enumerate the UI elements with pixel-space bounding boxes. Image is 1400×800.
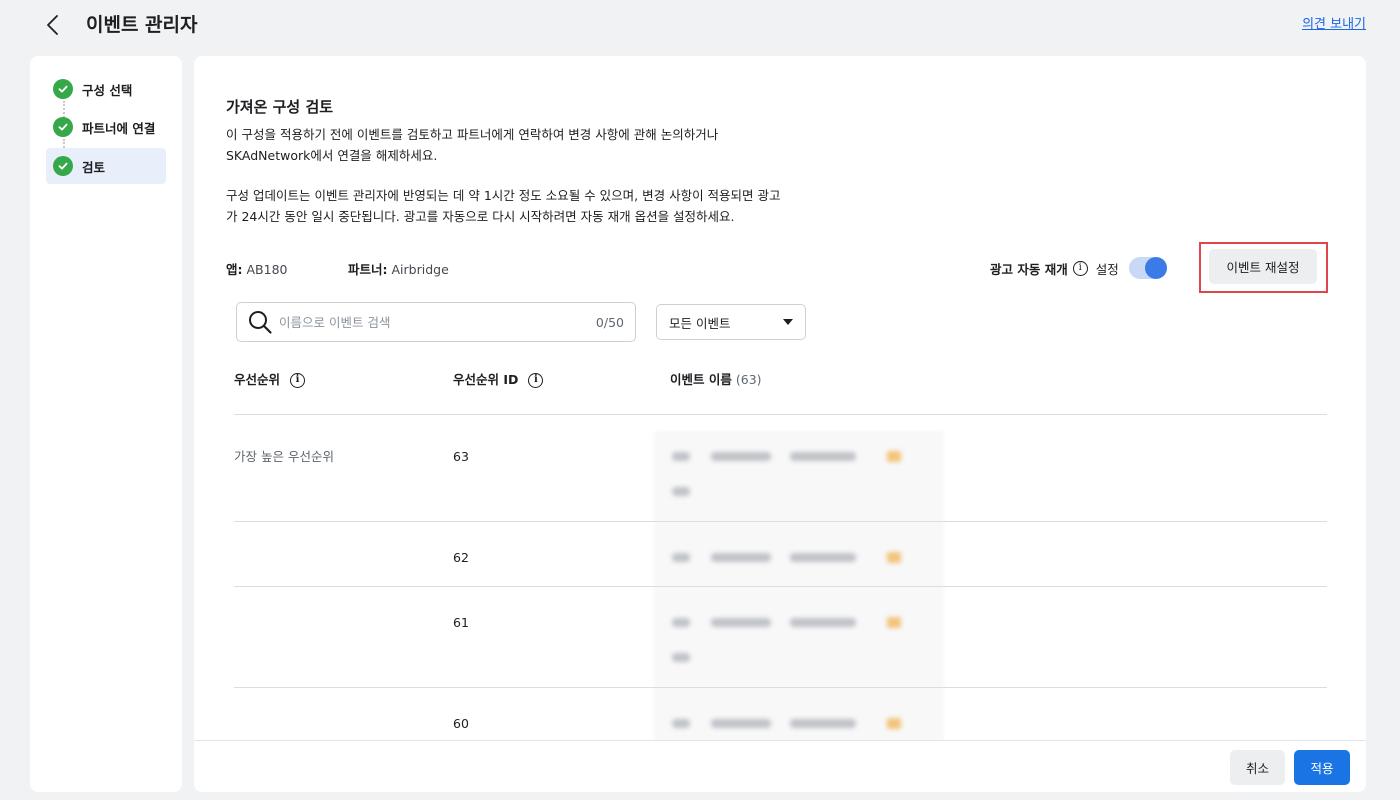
step-label: 파트너에 연결 xyxy=(82,120,156,136)
table-divider xyxy=(234,521,1327,522)
info-icon[interactable]: i xyxy=(1072,260,1088,276)
table-row-id: 60 xyxy=(453,716,469,731)
info-icon[interactable]: i xyxy=(528,372,544,388)
app-info: 앱: AB180 xyxy=(226,260,287,280)
event-count: (63) xyxy=(735,372,762,387)
table-divider xyxy=(234,586,1327,587)
caret-down-icon xyxy=(783,319,793,325)
table-divider xyxy=(234,414,1327,415)
auto-restart-state: 설정 xyxy=(1095,261,1119,277)
table-row-id: 63 xyxy=(453,449,469,464)
warning-icon xyxy=(887,552,901,563)
column-label: 우선순위 xyxy=(234,372,281,387)
partner-info: 파트너: Airbridge xyxy=(348,260,449,280)
review-panel: 가져온 구성 검토 이 구성을 적용하기 전에 이벤트를 검토하고 파트너에게 … xyxy=(194,56,1366,792)
event-filter-dropdown[interactable]: 모든 이벤트 xyxy=(656,304,806,340)
partner-label: 파트너: xyxy=(348,262,388,277)
table-row-id: 62 xyxy=(453,550,469,565)
search-input[interactable] xyxy=(279,314,596,330)
event-search-box[interactable]: 0/50 xyxy=(236,302,636,342)
column-header-priority-id: 우선순위 ID i xyxy=(453,370,544,390)
description-line: 이 구성을 적용하기 전에 이벤트를 검토하고 파트너에게 연락하여 변경 사항… xyxy=(226,127,719,142)
step-label: 검토 xyxy=(82,159,106,175)
cancel-button[interactable]: 취소 xyxy=(1230,750,1285,785)
check-icon xyxy=(53,79,73,99)
footer-bar: 취소 적용 xyxy=(194,740,1366,792)
warning-icon xyxy=(887,617,901,628)
check-icon xyxy=(53,117,73,137)
page-title: 이벤트 관리자 xyxy=(86,14,198,36)
event-name-column-blurred xyxy=(654,431,944,792)
reset-events-button[interactable]: 이벤트 재설정 xyxy=(1209,249,1317,284)
auto-restart-label: 광고 자동 재개 xyxy=(990,261,1068,277)
warning-icon xyxy=(887,451,901,462)
notice-line: 가 24시간 동안 일시 중단됩니다. 광고를 자동으로 다시 시작하려면 자동… xyxy=(226,209,735,224)
sidebar-steps: 구성 선택 파트너에 연결 검토 xyxy=(30,56,182,792)
check-icon xyxy=(53,156,73,176)
search-icon xyxy=(247,309,273,335)
column-label: 우선순위 ID xyxy=(453,372,519,387)
partner-value: Airbridge xyxy=(391,262,449,277)
warning-icon xyxy=(887,718,901,729)
apply-button[interactable]: 적용 xyxy=(1294,750,1350,785)
feedback-link[interactable]: 의견 보내기 xyxy=(1302,16,1366,34)
step-connect-partner[interactable]: 파트너에 연결 xyxy=(46,109,166,145)
step-select-config[interactable]: 구성 선택 xyxy=(46,71,166,107)
notice-line: 구성 업데이트는 이벤트 관리자에 반영되는 데 약 1시간 정도 소요될 수 … xyxy=(226,188,781,203)
auto-restart-setting: 광고 자동 재개 i 설정 xyxy=(990,256,1167,280)
toggle-knob xyxy=(1144,257,1167,279)
auto-restart-toggle[interactable] xyxy=(1128,257,1167,279)
column-header-priority: 우선순위 i xyxy=(234,370,306,390)
back-arrow-icon[interactable] xyxy=(40,11,68,39)
column-label: 이벤트 이름 xyxy=(670,372,732,387)
search-char-count: 0/50 xyxy=(595,314,624,330)
info-icon[interactable]: i xyxy=(290,372,306,388)
description-line: SKAdNetwork에서 연결을 해제하세요. xyxy=(226,148,438,163)
filter-selected: 모든 이벤트 xyxy=(669,315,731,331)
app-value: AB180 xyxy=(246,262,288,277)
table-row-id: 61 xyxy=(453,615,469,630)
section-title: 가져온 구성 검토 xyxy=(226,98,334,116)
step-label: 구성 선택 xyxy=(82,82,133,98)
update-notice: 구성 업데이트는 이벤트 관리자에 반영되는 데 약 1시간 정도 소요될 수 … xyxy=(226,185,806,227)
app-label: 앱: xyxy=(226,262,243,277)
column-header-event-name: 이벤트 이름 (63) xyxy=(670,370,762,390)
table-row-priority: 가장 높은 우선순위 xyxy=(234,449,334,464)
table-divider xyxy=(234,687,1327,688)
review-description: 이 구성을 적용하기 전에 이벤트를 검토하고 파트너에게 연락하여 변경 사항… xyxy=(226,124,806,166)
step-review[interactable]: 검토 xyxy=(46,148,166,184)
